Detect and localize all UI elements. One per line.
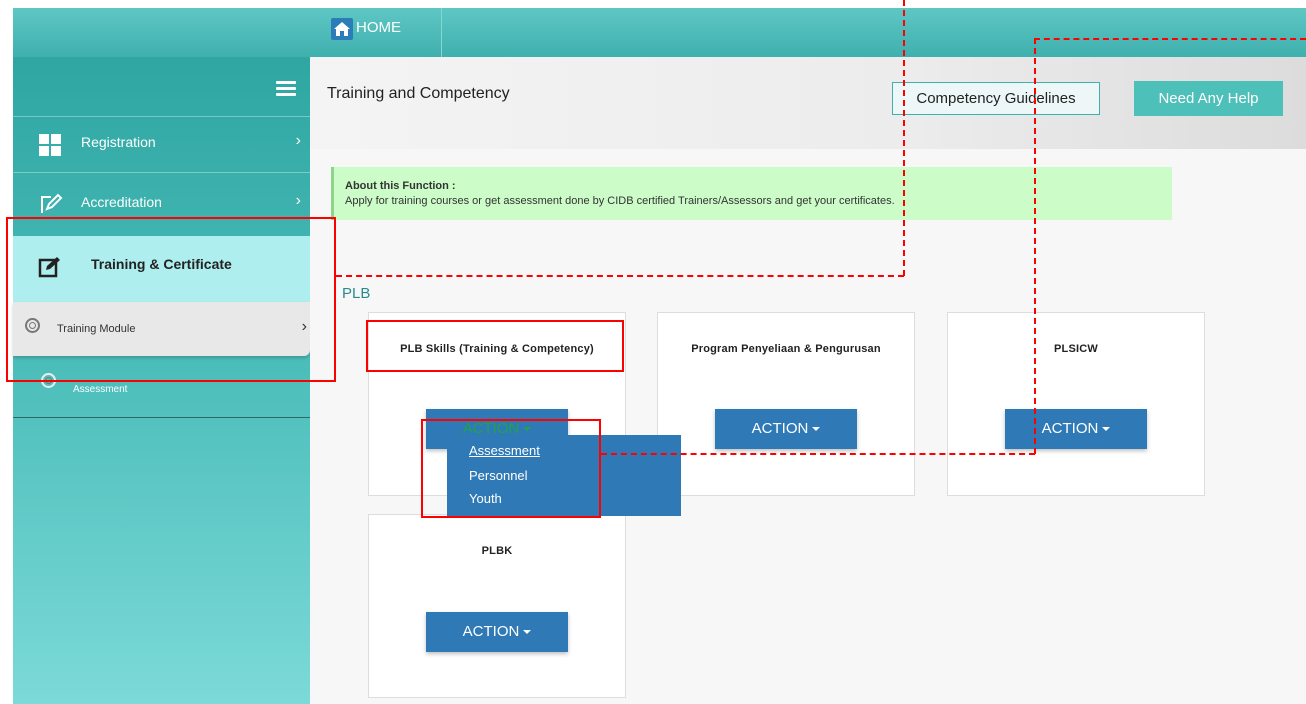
need-help-button[interactable]: Need Any Help <box>1134 81 1283 116</box>
page-header: Training and Competency Competency Guide… <box>310 57 1306 149</box>
card-title: Program Penyeliaan & Pengurusan <box>691 343 881 355</box>
about-title: About this Function : <box>345 180 456 192</box>
caret-down-icon <box>812 427 821 432</box>
sidebar-item-accreditation[interactable]: Accreditation › <box>13 172 310 236</box>
hamburger-icon[interactable] <box>276 81 296 97</box>
sidebar-item-label: Accreditation <box>81 194 162 210</box>
card-title: PLB Skills (Training & Competency) <box>400 343 594 355</box>
home-tab[interactable]: HOME <box>323 8 442 57</box>
sidebar-subitem-label: Training Module <box>57 323 136 335</box>
pencil-icon <box>39 192 63 219</box>
sidebar: Registration › Accreditation › Training … <box>13 57 310 704</box>
home-icon <box>331 18 353 40</box>
caret-down-icon <box>523 630 532 635</box>
radio-icon <box>25 318 40 333</box>
radio-icon <box>41 373 56 388</box>
home-label: HOME <box>356 19 401 36</box>
sidebar-item-label: Registration <box>81 134 156 150</box>
dropdown-option-assessment[interactable]: Assessment <box>469 443 540 458</box>
sidebar-subitem-label: Assessment <box>73 384 128 395</box>
sidebar-subitem-assessment[interactable]: Assessment <box>13 369 310 409</box>
caret-down-icon <box>1102 427 1111 432</box>
action-button[interactable]: ACTION <box>1005 409 1147 449</box>
card-title: PLSICW <box>1054 343 1098 355</box>
sidebar-subitem-training-module[interactable]: Training Module › <box>13 302 310 356</box>
dropdown-option-personnel[interactable]: Personnel <box>469 468 528 483</box>
about-text: Apply for training courses or get assess… <box>345 195 895 207</box>
chevron-right-icon: › <box>295 192 301 209</box>
chevron-right-icon: › <box>295 132 301 149</box>
action-label: ACTION <box>462 623 520 640</box>
card-program-penyeliaan: Program Penyeliaan & Pengurusan <box>657 312 915 496</box>
competency-guidelines-button[interactable]: Competency Guidelines <box>892 82 1100 115</box>
section-label: PLB <box>342 285 371 302</box>
sidebar-item-label: Training & Certificate <box>91 256 232 272</box>
card-title: PLBK <box>481 545 513 557</box>
sidebar-item-training-certificate[interactable]: Training & Certificate <box>13 236 310 302</box>
grid-icon <box>39 134 61 159</box>
action-button[interactable]: ACTION <box>715 409 857 449</box>
sidebar-item-registration[interactable]: Registration › <box>13 116 310 172</box>
action-dropdown-menu: Assessment Personnel Youth <box>447 435 681 516</box>
action-button[interactable]: ACTION <box>426 612 568 652</box>
chevron-right-icon: › <box>301 318 307 335</box>
card-plsicw: PLSICW <box>947 312 1205 496</box>
caret-down-icon <box>523 427 532 432</box>
action-label: ACTION <box>751 420 809 437</box>
dropdown-option-youth[interactable]: Youth <box>469 491 502 506</box>
action-label: ACTION <box>1041 420 1099 437</box>
sidebar-divider <box>13 417 310 418</box>
card-plbk: PLBK <box>368 514 626 698</box>
edit-icon <box>38 256 62 283</box>
about-function-box: About this Function : Apply for training… <box>331 167 1172 220</box>
page-title: Training and Competency <box>327 85 510 102</box>
top-bar: HOME <box>13 8 1306 57</box>
